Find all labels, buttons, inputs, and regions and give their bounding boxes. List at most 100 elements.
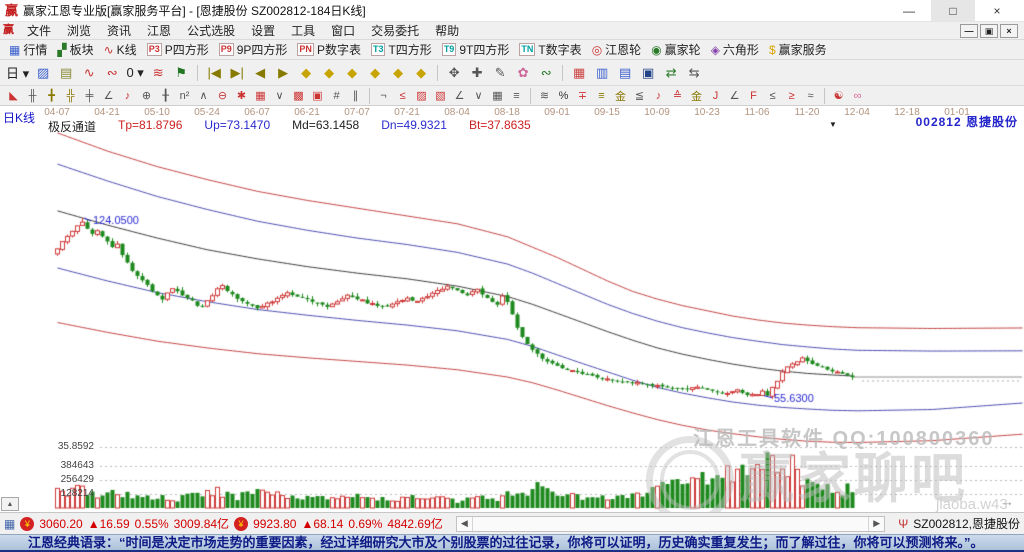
drawing-tool-icon[interactable]: ∠: [450, 87, 469, 104]
drawing-tool-icon[interactable]: 金: [611, 87, 630, 104]
close-button[interactable]: ×: [975, 0, 1019, 22]
drawing-tool-icon[interactable]: ▧: [431, 87, 450, 104]
drawing-tool-icon[interactable]: ∧: [194, 87, 213, 104]
drawing-tool-icon[interactable]: ≋: [535, 87, 554, 104]
drawing-tool-icon[interactable]: ∨: [469, 87, 488, 104]
toolbar-item[interactable]: ◈ 六角形: [706, 41, 764, 58]
drawing-tool-icon[interactable]: ♪: [118, 87, 137, 104]
toolbar-item[interactable]: ▦ 行情: [4, 41, 52, 58]
drawing-tool-icon[interactable]: ╋: [42, 87, 61, 104]
calculator-icon[interactable]: ▥: [591, 63, 613, 83]
link-icon[interactable]: ⇄: [660, 63, 682, 83]
drawing-tool-icon[interactable]: ⊖: [213, 87, 232, 104]
drawing-tool-icon[interactable]: ▦: [488, 87, 507, 104]
drawing-tool-icon[interactable]: ≤: [393, 87, 412, 104]
menu-item[interactable]: 设置: [243, 24, 283, 38]
toolbar-item[interactable]: PN P数字表: [292, 41, 366, 58]
maximize-button[interactable]: □: [931, 0, 975, 22]
drawing-tool-icon[interactable]: ≡: [592, 87, 611, 104]
extreme-channel-icon[interactable]: ≋: [147, 63, 169, 83]
menu-item[interactable]: 文件: [19, 24, 59, 38]
drawing-tool-icon[interactable]: ◣: [4, 87, 23, 104]
drawing-tool-icon[interactable]: ∨: [270, 87, 289, 104]
toolbar-item[interactable]: $ 赢家服务: [764, 41, 832, 58]
menu-item[interactable]: 帮助: [427, 24, 467, 38]
szse-index-icon[interactable]: ¥: [234, 516, 249, 531]
first-bar-button[interactable]: |◀: [203, 63, 225, 83]
scrollbar-left-arrow[interactable]: ◀: [457, 516, 473, 531]
sse-index-icon[interactable]: ¥: [20, 516, 35, 531]
drawing-tool-icon[interactable]: ≤: [763, 87, 782, 104]
drawing-tool-icon[interactable]: ▩: [289, 87, 308, 104]
gann-face-icon[interactable]: ✿: [512, 63, 534, 83]
drawing-tool-icon[interactable]: ∥: [346, 87, 365, 104]
crosshair-icon[interactable]: ✚: [466, 63, 488, 83]
diamond-nav-6[interactable]: ◆: [410, 63, 432, 83]
toolbar-item[interactable]: ∿ K线: [99, 41, 142, 58]
drawing-tool-icon[interactable]: ≙: [668, 87, 687, 104]
toolbar-item[interactable]: T3 T四方形: [366, 41, 437, 58]
drawing-tool-icon[interactable]: ≡: [507, 87, 526, 104]
minimize-button[interactable]: —: [887, 0, 931, 22]
prev-bar-button[interactable]: ◀: [249, 63, 271, 83]
zero-dropdown[interactable]: 0 ▾: [124, 63, 146, 83]
drawing-tool-icon[interactable]: ≈: [801, 87, 820, 104]
drawing-tool-icon[interactable]: 金: [687, 87, 706, 104]
toolbar-item[interactable]: TN T数字表: [514, 41, 586, 58]
drawing-tool-icon[interactable]: ∠: [99, 87, 118, 104]
drawing-tool-icon[interactable]: ✱: [232, 87, 251, 104]
chart-window-icon[interactable]: ▨: [32, 63, 54, 83]
calendar-icon[interactable]: ▦: [568, 63, 590, 83]
mdi-close-button[interactable]: ×: [1000, 23, 1018, 38]
copy-icon[interactable]: ▤: [55, 63, 77, 83]
period-dropdown[interactable]: 日 ▾: [4, 63, 31, 83]
toolbar-item[interactable]: ◎ 江恩轮: [587, 41, 647, 58]
menu-item[interactable]: 工具: [283, 24, 323, 38]
drawing-tool-icon[interactable]: ╂: [156, 87, 175, 104]
diamond-nav-2[interactable]: ◆: [318, 63, 340, 83]
draw-line-icon[interactable]: ✎: [489, 63, 511, 83]
drawing-tool-icon[interactable]: ╪: [80, 87, 99, 104]
toolbar-item[interactable]: P3 P四方形: [142, 41, 214, 58]
horizontal-scrollbar[interactable]: ◀ ▶: [455, 515, 886, 532]
drawing-tool-icon[interactable]: ≥: [782, 87, 801, 104]
menu-item[interactable]: 江恩: [139, 24, 179, 38]
drawing-tool-icon[interactable]: ╫: [23, 87, 42, 104]
drawing-tool-icon[interactable]: ╬: [61, 87, 80, 104]
grid-icon[interactable]: ▦: [4, 517, 15, 531]
drawing-tool-icon[interactable]: ≦: [630, 87, 649, 104]
drawing-tool-icon[interactable]: J: [706, 87, 725, 104]
mdi-minimize-button[interactable]: —: [960, 23, 978, 38]
flag-filter-icon[interactable]: ⚑: [170, 63, 192, 83]
monitor-icon[interactable]: ▣: [637, 63, 659, 83]
drawing-tool-icon[interactable]: #: [327, 87, 346, 104]
drawing-tool-icon[interactable]: ⊕: [137, 87, 156, 104]
drawing-tool-icon[interactable]: ∠: [725, 87, 744, 104]
expand-pane-button[interactable]: ▲: [1, 497, 19, 511]
diamond-nav-4[interactable]: ◆: [364, 63, 386, 83]
diamond-nav-3[interactable]: ◆: [341, 63, 363, 83]
drawing-tool-icon[interactable]: ♪: [649, 87, 668, 104]
drawing-tool-icon[interactable]: ¬: [374, 87, 393, 104]
menu-item[interactable]: 资讯: [99, 24, 139, 38]
remote-icon[interactable]: ⇆: [683, 63, 705, 83]
drawing-tool-icon[interactable]: ∞: [848, 87, 867, 104]
kline-style-icon[interactable]: ∿: [78, 63, 100, 83]
notepad-icon[interactable]: ▤: [614, 63, 636, 83]
scrollbar-track[interactable]: [473, 517, 868, 531]
toolbar-item[interactable]: ▞ 板块: [52, 41, 98, 58]
mdi-restore-button[interactable]: ▣: [980, 23, 998, 38]
pan-hand-icon[interactable]: ✥: [443, 63, 465, 83]
drawing-tool-icon[interactable]: %: [554, 87, 573, 104]
drawing-tool-icon[interactable]: ▦: [251, 87, 270, 104]
wave-tool-icon[interactable]: ∾: [535, 63, 557, 83]
next-bar-button[interactable]: ▶: [272, 63, 294, 83]
drawing-tool-icon[interactable]: ▣: [308, 87, 327, 104]
kline-style2-icon[interactable]: ∾: [101, 63, 123, 83]
scrollbar-right-arrow[interactable]: ▶: [868, 516, 884, 531]
diamond-nav-5[interactable]: ◆: [387, 63, 409, 83]
menu-item[interactable]: 交易委托: [363, 24, 427, 38]
diamond-nav-1[interactable]: ◆: [295, 63, 317, 83]
drawing-tool-icon[interactable]: ☯: [829, 87, 848, 104]
menu-item[interactable]: 窗口: [323, 24, 363, 38]
